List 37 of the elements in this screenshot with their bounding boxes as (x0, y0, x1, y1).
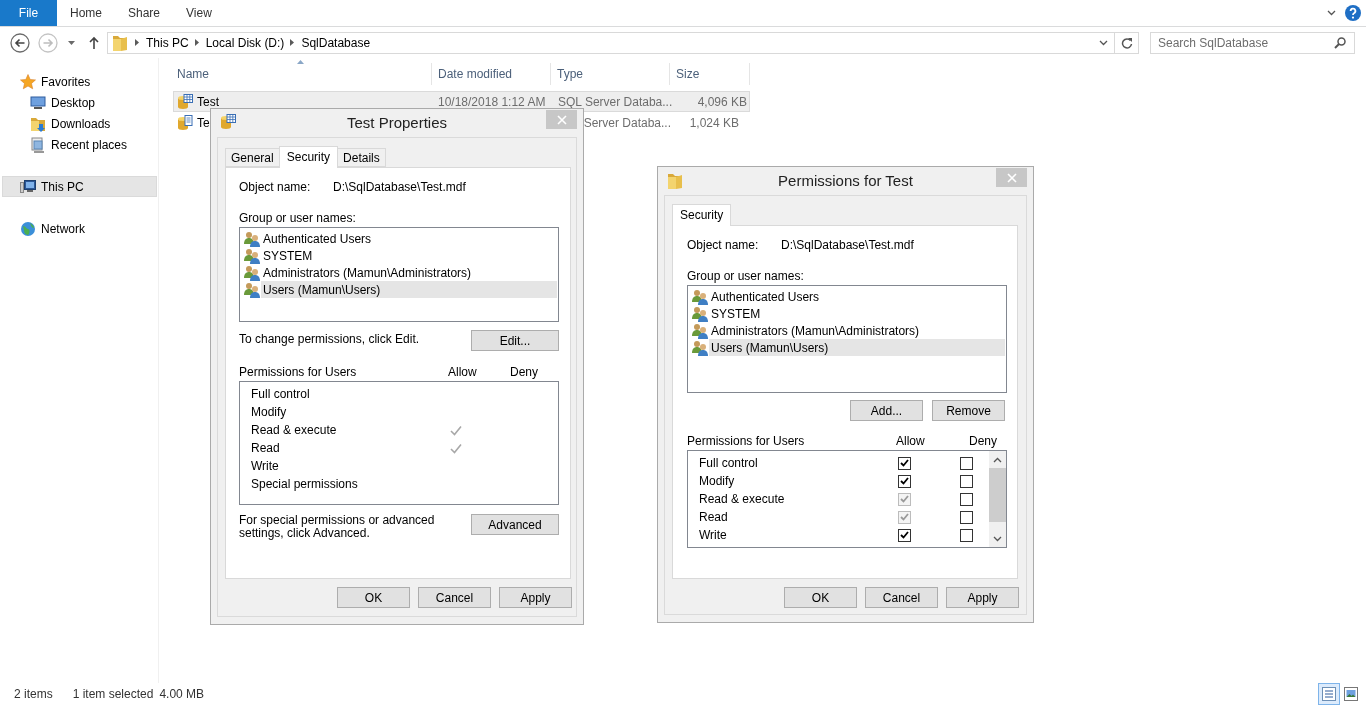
table-cell-text: 4,096 KB (697, 93, 747, 111)
window-title: Test Properties (346, 112, 447, 133)
hint-text: To change permissions, click Edit. (239, 331, 421, 348)
field-label: Object name: (239, 179, 312, 196)
column-header: Allow (448, 364, 478, 381)
item-count: 2 items (14, 686, 53, 703)
field-label: Group or user names: (687, 268, 805, 283)
table-cell-text: 1,024 KB (689, 114, 739, 132)
window-title: Permissions for Test (778, 170, 913, 191)
permission-label: Full control (698, 455, 759, 472)
field-label: Group or user names: (239, 210, 357, 225)
hint-text: For special permissions or advanced settings, click Advanced. (239, 514, 436, 540)
field-label: Object name: (687, 237, 760, 254)
permission-label: Read (250, 440, 281, 457)
permission-label: Read & execute (698, 491, 786, 508)
selection-status: 1 item selected (72, 686, 154, 703)
column-header: Deny (969, 433, 997, 450)
permission-label: Write (250, 458, 280, 475)
object-name: D:\SqlDatabase\Test.mdf (333, 179, 466, 196)
permission-label: Read (698, 509, 729, 526)
table-cell-text: Server Databa... (583, 114, 671, 132)
file-name: Te (197, 114, 210, 132)
object-name: D:\SqlDatabase\Test.mdf (781, 237, 914, 254)
table-cell-text: 10/18/2018 1:12 AM (438, 93, 546, 111)
column-header: Allow (896, 433, 926, 450)
permission-label: Modify (250, 404, 288, 421)
permission-label: Write (698, 527, 728, 544)
permission-label: Read & execute (250, 422, 338, 439)
column-header: Deny (510, 364, 538, 381)
file-name: Test (197, 93, 219, 111)
table-cell-text: SQL Server Databa... (558, 93, 673, 111)
permission-label: Special permissions (250, 476, 359, 493)
selection-size: 4.00 MB (159, 686, 205, 703)
field-label: Permissions for Users (687, 433, 806, 450)
permission-label: Modify (698, 473, 736, 490)
permission-label: Full control (250, 386, 311, 403)
field-label: Permissions for Users (239, 364, 358, 381)
